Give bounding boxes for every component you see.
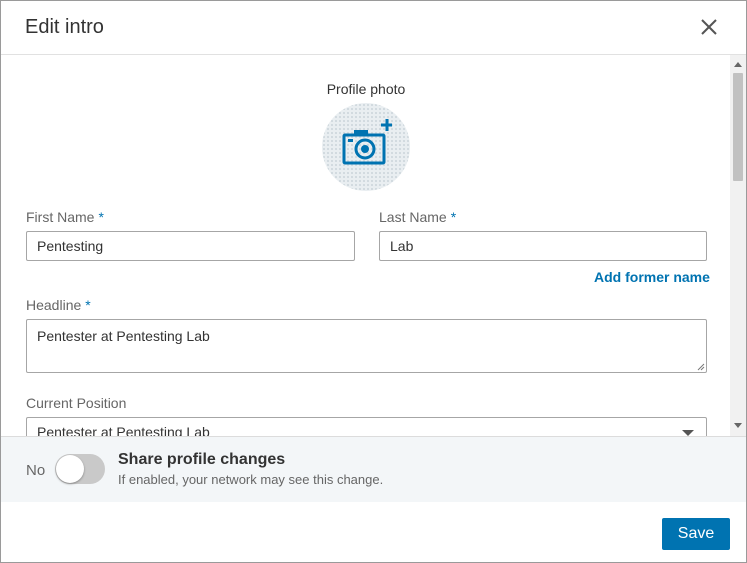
current-position-value: Pentester at Pentesting Lab bbox=[37, 424, 210, 436]
resize-handle-icon[interactable] bbox=[697, 363, 705, 371]
last-name-label: Last Name * bbox=[379, 209, 457, 225]
dialog-scrollbar[interactable] bbox=[730, 55, 746, 436]
first-name-input[interactable]: Pentesting bbox=[26, 231, 355, 261]
headline-textarea[interactable]: Pentester at Pentesting Lab bbox=[26, 319, 707, 373]
current-position-label: Current Position bbox=[26, 395, 127, 411]
first-name-label: First Name * bbox=[26, 209, 104, 225]
profile-photo-label: Profile photo bbox=[326, 81, 406, 97]
save-button[interactable]: Save bbox=[662, 518, 730, 550]
share-profile-changes-bar: No Share profile changes If enabled, you… bbox=[1, 436, 746, 503]
dialog-body: Profile photo First Name * Pentesting Las… bbox=[1, 55, 746, 436]
profile-photo-button[interactable] bbox=[322, 103, 410, 191]
close-icon[interactable] bbox=[697, 15, 721, 39]
share-title: Share profile changes bbox=[118, 451, 286, 468]
camera-plus-icon bbox=[342, 119, 392, 165]
headline-value: Pentester at Pentesting Lab bbox=[37, 328, 210, 344]
share-subtitle: If enabled, your network may see this ch… bbox=[118, 472, 384, 487]
headline-label: Headline * bbox=[26, 297, 91, 313]
toggle-state-label: No bbox=[26, 462, 46, 479]
scrollbar-thumb[interactable] bbox=[733, 73, 743, 181]
last-name-input[interactable]: Lab bbox=[379, 231, 707, 261]
toggle-knob bbox=[56, 455, 84, 483]
dialog-header: Edit intro bbox=[1, 1, 746, 55]
current-position-select[interactable]: Pentester at Pentesting Lab bbox=[26, 417, 707, 436]
dialog-footer: Save bbox=[1, 502, 746, 562]
scroll-up-arrow-icon[interactable] bbox=[734, 62, 742, 67]
add-former-name-link[interactable]: Add former name bbox=[594, 269, 710, 285]
edit-intro-dialog: Edit intro Profile photo First Name* Pe bbox=[0, 0, 747, 563]
dialog-title: Edit intro bbox=[25, 16, 104, 38]
scroll-down-arrow-icon[interactable] bbox=[734, 423, 742, 428]
share-profile-toggle[interactable] bbox=[55, 454, 105, 484]
